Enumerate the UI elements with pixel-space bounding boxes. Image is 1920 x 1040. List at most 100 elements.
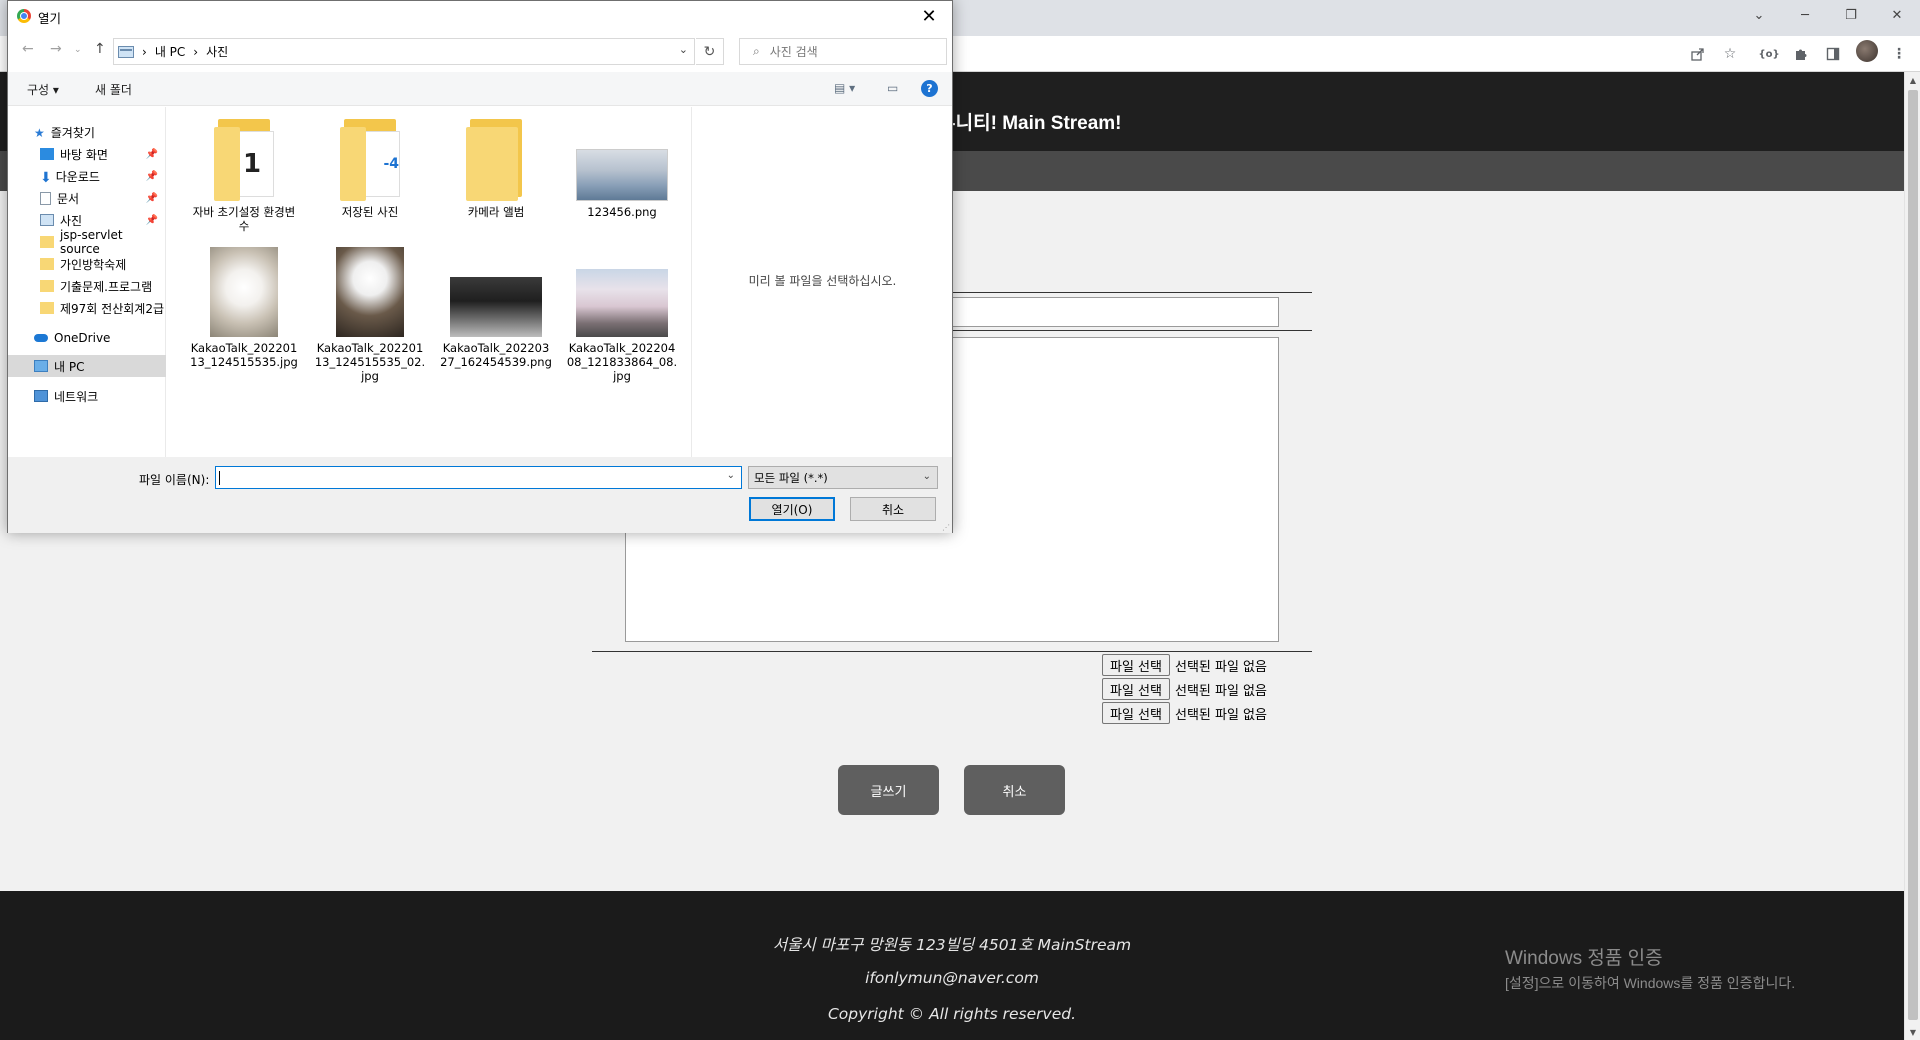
navigation-pane: ★ 즐겨찾기 바탕 화면 📌 ⬇ 다운로드 📌 문서 📌 사진 📌 jsp-se… [8,107,166,457]
nav-item-downloads[interactable]: ⬇ 다운로드 📌 [8,165,166,187]
desktop-icon [40,148,54,160]
resize-grip-icon[interactable]: ⋰ [942,523,950,532]
view-options-icon[interactable]: ▤ ▾ [834,81,855,95]
image-file-item[interactable]: KakaoTalk_20220408_121833864_08.jpg [566,247,678,383]
file-type-select[interactable]: 모든 파일 (*.*) ⌄ [748,466,938,489]
folder-item[interactable]: -4 저장된 사진 [314,119,426,219]
scroll-thumb[interactable] [1908,90,1918,1020]
bookmark-star-icon[interactable]: ☆ [1720,44,1740,64]
nav-item-documents[interactable]: 문서 📌 [8,187,166,209]
download-icon: ⬇ [40,170,52,186]
activation-title: Windows 정품 인증 [1505,948,1663,969]
folder-icon [40,258,54,270]
dialog-title: 열기 [38,11,62,26]
image-thumbnail [576,149,668,201]
preview-pane-icon[interactable]: ▭ [887,81,898,95]
nav-item-this-pc[interactable]: 내 PC [8,355,166,377]
form-divider [940,330,1312,331]
pictures-location-icon [118,45,134,58]
nav-item-folder[interactable]: 제97회 전산회계2급 [8,297,166,319]
text-caret [219,471,220,485]
image-file-item[interactable]: KakaoTalk_20220113_124515535.jpg [188,247,300,369]
preview-message: 미리 볼 파일을 선택하십시오. [748,274,897,288]
image-thumbnail [210,247,278,337]
image-thumbnail [450,277,542,337]
write-button[interactable]: 글쓰기 [838,765,939,815]
extension-icon[interactable]: {o} [1758,44,1779,64]
file-name: 자바 초기설정 환경변수 [192,205,296,233]
search-placeholder: 사진 검색 [769,45,818,59]
nav-item-network[interactable]: 네트워크 [8,385,166,407]
search-input[interactable]: ⌕ 사진 검색 [739,38,947,65]
restore-button[interactable]: ❐ [1828,0,1874,30]
dialog-close-button[interactable]: ✕ [906,1,952,31]
file-name: 123456.png [587,205,657,219]
image-file-item[interactable]: KakaoTalk_20220113_124515535_02.jpg [314,247,426,383]
image-file-item[interactable]: 123456.png [566,119,678,219]
file-name: KakaoTalk_20220327_162454539.png [440,341,552,369]
up-arrow-icon[interactable]: ↑ [94,41,106,57]
nav-item-onedrive[interactable]: OneDrive [8,327,166,349]
tab-search-chevron-icon[interactable]: ⌄ [1736,0,1782,30]
share-icon[interactable] [1688,44,1708,64]
help-icon[interactable]: ? [921,80,938,97]
filename-input[interactable]: ⌄ [215,466,742,489]
puzzle-icon[interactable] [1791,44,1811,64]
minimize-button[interactable]: ─ [1782,0,1828,30]
nav-item-favorites[interactable]: ★ 즐겨찾기 [8,121,166,143]
page-scrollbar[interactable]: ▲ ▼ [1904,72,1920,1040]
forward-arrow-icon[interactable]: → [50,41,62,57]
choose-file-button[interactable]: 파일 선택 [1102,678,1170,700]
file-input-row: 파일 선택 선택된 파일 없음 [1102,702,1267,724]
folder-item[interactable]: 카메라 앨범 [440,119,552,219]
file-input-row: 파일 선택 선택된 파일 없음 [1102,654,1267,676]
organize-menu[interactable]: 구성 ▾ [27,81,59,98]
profile-avatar[interactable] [1856,40,1878,62]
file-name: KakaoTalk_20220113_124515535.jpg [190,341,298,369]
search-icon: ⌕ [753,44,760,58]
nav-item-desktop[interactable]: 바탕 화면 📌 [8,143,166,165]
dialog-cancel-button[interactable]: 취소 [850,497,936,521]
form-divider [592,651,1312,652]
menu-icon[interactable]: ⋮ [1889,44,1909,64]
close-window-button[interactable]: ✕ [1874,0,1920,30]
pc-icon [34,360,48,372]
choose-file-button[interactable]: 파일 선택 [1102,702,1170,724]
nav-item-folder[interactable]: 가인방학숙제 [8,253,166,275]
choose-file-button[interactable]: 파일 선택 [1102,654,1170,676]
back-arrow-icon[interactable]: ← [22,41,34,57]
cloud-icon [34,334,48,342]
star-icon: ★ [34,126,45,140]
pictures-icon [40,214,54,226]
folder-icon [466,119,526,201]
breadcrumb-item[interactable]: 사진 [206,43,228,60]
command-bar: 구성 ▾ 새 폴더 ▤ ▾ ▭ ? [8,72,952,106]
folder-item[interactable]: 1 FV 자바 초기설정 환경변수 [188,119,300,233]
pin-icon: 📌 [145,148,158,160]
refresh-button[interactable]: ↻ [696,38,724,65]
scroll-up-arrow-icon[interactable]: ▲ [1905,72,1920,88]
cancel-button[interactable]: 취소 [964,765,1065,815]
chevron-down-icon[interactable]: ⌄ [727,470,735,481]
file-input-row: 파일 선택 선택된 파일 없음 [1102,678,1267,700]
nav-item-folder[interactable]: 기출문제.프로그램 [8,275,166,297]
breadcrumb-separator: › [142,44,147,59]
post-title-input[interactable] [949,297,1279,327]
filename-label: 파일 이름(N): [139,473,210,487]
file-list: 1 FV 자바 초기설정 환경변수 -4 저장된 사진 카메라 앨범 12345… [168,107,688,457]
scroll-down-arrow-icon[interactable]: ▼ [1905,1024,1920,1040]
sidepanel-icon[interactable] [1823,44,1843,64]
image-thumbnail [336,247,404,337]
address-bar[interactable]: › 내 PC › 사진 ⌄ [113,38,695,65]
recent-locations-chevron-icon[interactable]: ⌄ [74,45,82,55]
open-button[interactable]: 열기(O) [749,497,835,521]
image-file-item[interactable]: KakaoTalk_20220327_162454539.png [440,247,552,369]
nav-item-folder[interactable]: jsp-servlet source [8,228,166,256]
preview-pane: 미리 볼 파일을 선택하십시오. [691,107,953,457]
folder-icon [40,236,54,248]
address-dropdown-icon[interactable]: ⌄ [679,43,688,56]
dialog-titlebar[interactable]: 열기 ✕ [8,1,952,31]
folder-icon: -4 [340,119,400,201]
breadcrumb-item[interactable]: 내 PC [155,43,185,60]
new-folder-button[interactable]: 새 폴더 [95,81,132,98]
